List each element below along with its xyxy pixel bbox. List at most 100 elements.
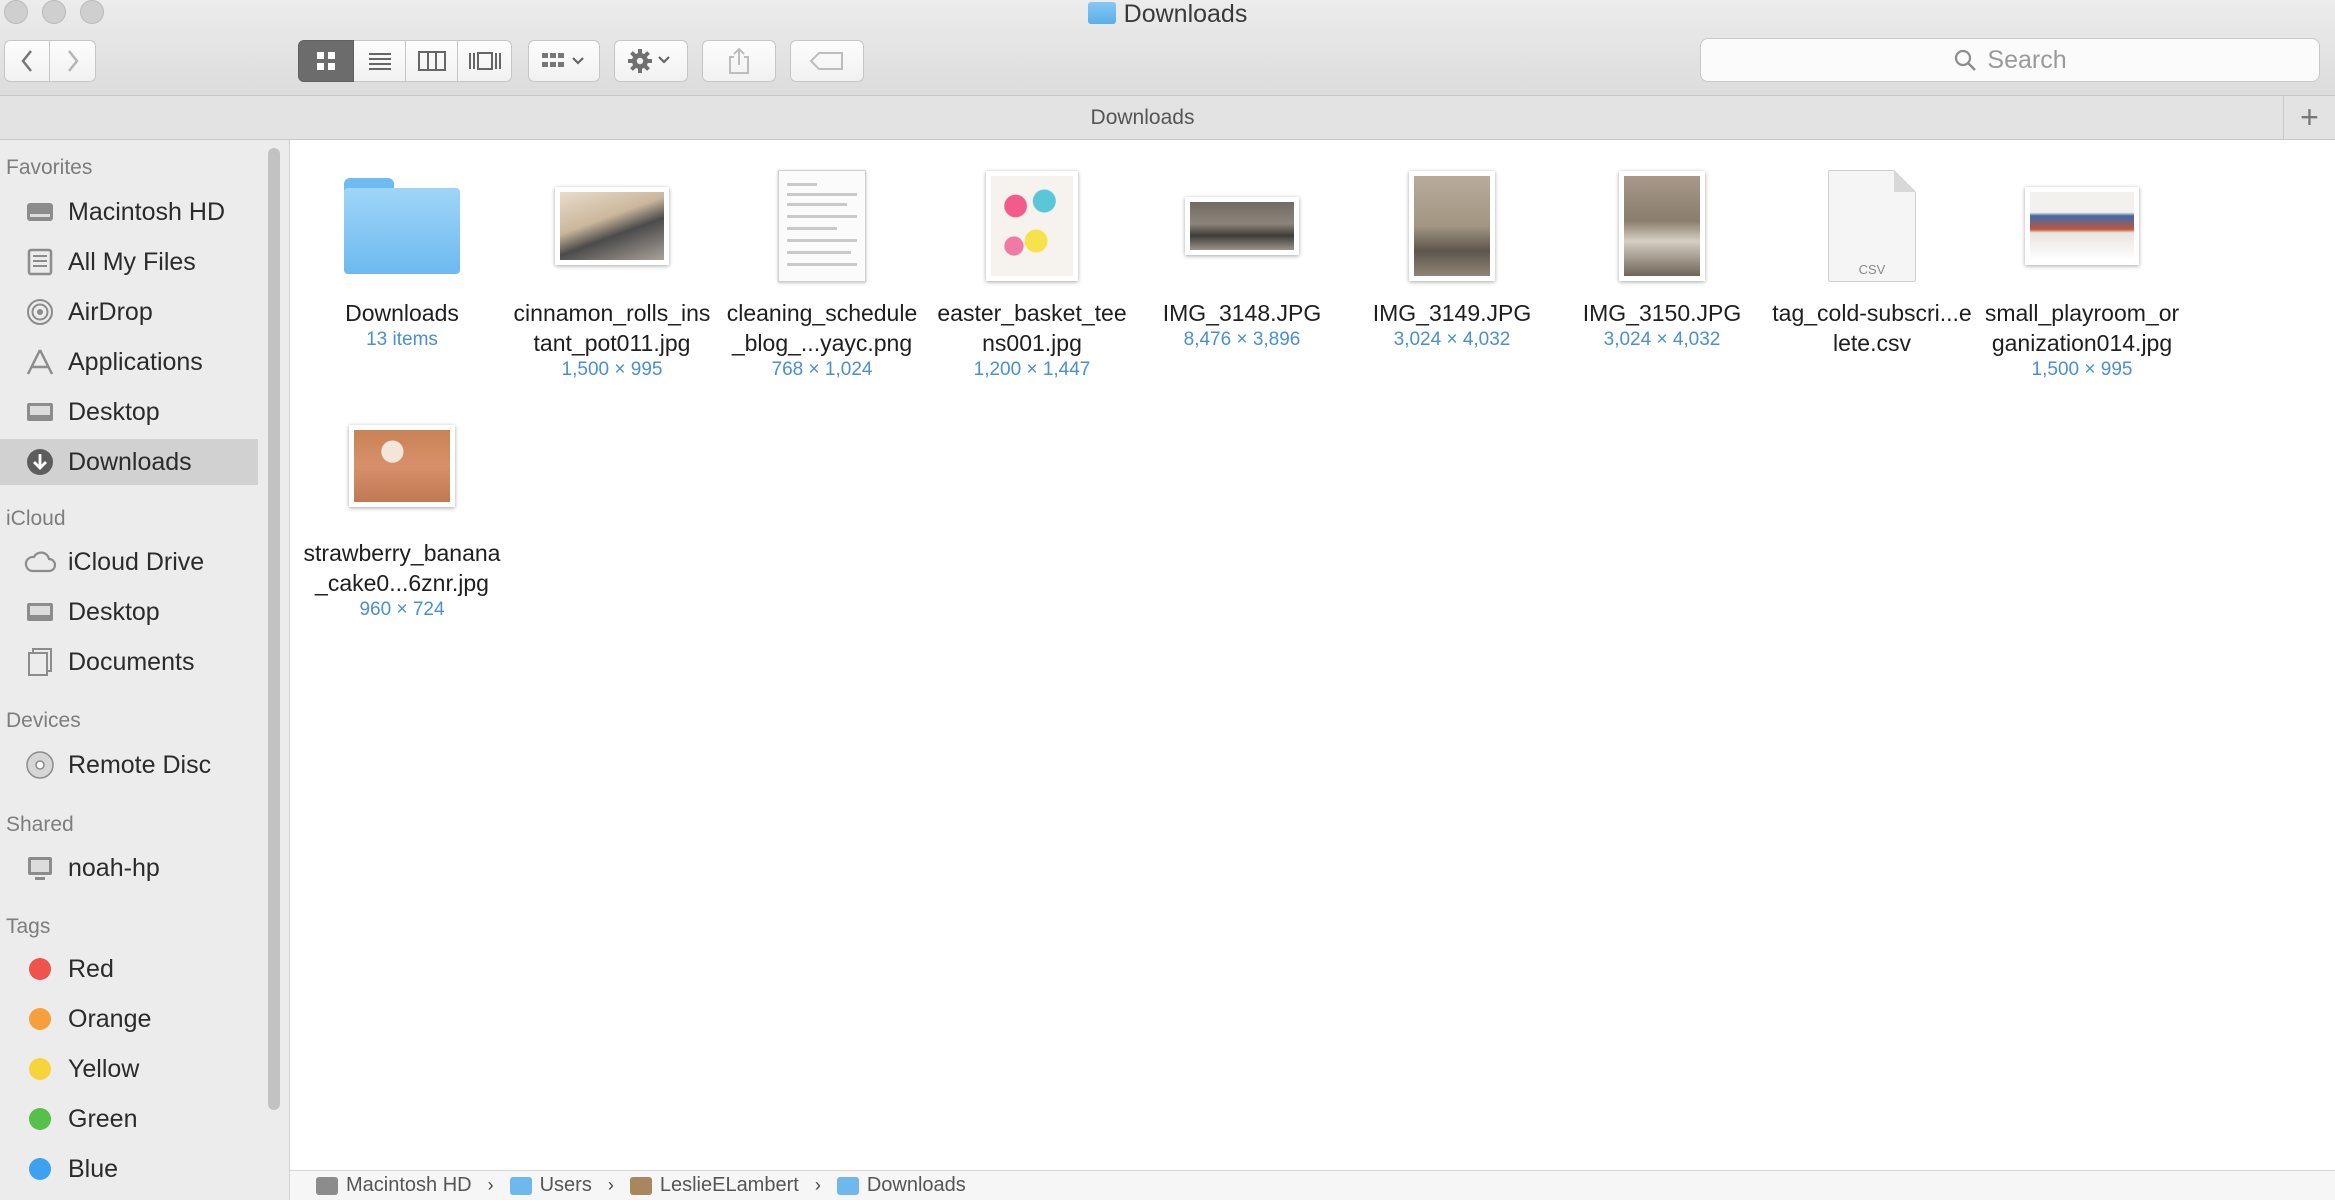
path-header: Downloads + [0,96,2335,140]
arrange-button[interactable] [528,40,600,82]
green-tag-dot-icon [29,1108,51,1130]
file-item-image[interactable]: small_playroom_organization014.jpg 1,500… [1982,160,2182,382]
sidebar-item-documents[interactable]: Documents [0,639,258,685]
sidebar-item-label: Green [68,1104,138,1133]
hard-drive-icon [316,1176,338,1195]
all-files-icon [24,246,56,278]
crumb-separator: › [814,1175,821,1195]
file-item-image[interactable]: cinnamon_rolls_instant_pot011.jpg 1,500 … [512,160,712,382]
path-crumb-downloads[interactable]: Downloads [836,1174,966,1197]
share-button[interactable] [702,40,776,82]
file-item-image[interactable]: IMG_3149.JPG 3,024 × 4,032 [1352,160,1552,352]
file-meta: 1,500 × 995 [2031,359,2133,380]
file-meta: 8,476 × 3,896 [1183,329,1301,350]
image-thumbnail [1409,171,1495,281]
file-item-folder[interactable]: Downloads 13 items [302,160,502,352]
cover-flow-button[interactable] [458,40,512,82]
nav-buttons [4,40,96,82]
crumb-label: Users [539,1174,592,1196]
shared-heading: Shared [6,813,74,836]
back-button[interactable] [4,40,50,82]
file-meta: 1,200 × 1,447 [973,359,1091,380]
path-bar: Macintosh HD › Users › LeslieELambert › … [290,1170,2335,1200]
file-name: cinnamon_rolls_instant_pot011.jpg [513,300,711,356]
sidebar-tag-red[interactable]: Red [0,946,258,992]
file-name: small_playroom_organization014.jpg [1984,300,2180,356]
search-icon [1955,49,1977,71]
columns-icon [417,51,446,71]
cloud-icon [24,546,56,578]
file-item-image[interactable]: IMG_3148.JPG 8,476 × 3,896 [1142,160,1342,352]
icon-view-button[interactable] [298,40,354,82]
file-item-csv[interactable]: CSV tag_cold-subscri...elete.csv [1772,160,1972,358]
column-view-button[interactable] [406,40,458,82]
crumb-label: Downloads [866,1174,966,1196]
path-crumb-macintosh-hd[interactable]: Macintosh HD [316,1174,472,1197]
file-item-image[interactable]: easter_basket_teens001.jpg 1,200 × 1,447 [932,160,1132,382]
sidebar-item-icloud-drive[interactable]: iCloud Drive [0,539,258,585]
sidebar-item-label: Red [68,954,114,983]
arrange-grid-icon [542,53,584,67]
file-meta: 768 × 1,024 [771,359,873,380]
crumb-separator: › [487,1175,494,1195]
forward-button[interactable] [50,40,96,82]
crumb-label: Macintosh HD [346,1174,472,1196]
csv-badge: CSV [1858,262,1886,277]
tags-button[interactable] [790,40,864,82]
disc-icon [24,749,56,781]
sidebar-tag-blue[interactable]: Blue [0,1146,258,1192]
sidebar-item-label: iCloud Drive [68,547,205,576]
image-thumbnail [1185,197,1299,255]
path-crumb-users[interactable]: Users [509,1174,592,1197]
sidebar-item-label: Desktop [68,397,160,426]
sidebar-item-label: All My Files [68,247,196,276]
search-field[interactable]: Search [1700,38,2320,82]
new-tab-button[interactable]: + [2283,96,2335,140]
file-item-image[interactable]: strawberry_banana_cake0...6znr.jpg 960 ×… [302,400,502,622]
sidebar-tag-orange[interactable]: Orange [0,996,258,1042]
image-thumbnail [1619,171,1705,281]
file-name: strawberry_banana_cake0...6znr.jpg [303,540,501,596]
view-mode-control [298,40,512,82]
sidebar-item-all-my-files[interactable]: All My Files [0,239,258,285]
file-meta: 3,024 × 4,032 [1603,329,1721,350]
desktop-icon [24,396,56,428]
red-tag-dot-icon [29,958,51,980]
sidebar-item-applications[interactable]: Applications [0,339,258,385]
file-item-image[interactable]: IMG_3150.JPG 3,024 × 4,032 [1562,160,1762,352]
sidebar-item-noah-hp[interactable]: noah-hp [0,845,258,891]
sidebar-item-label: Applications [68,347,203,376]
window-title-text: Downloads [1123,0,1248,28]
sidebar-tag-yellow[interactable]: Yellow [0,1046,258,1092]
grid-icon [317,52,335,70]
action-menu-button[interactable] [614,40,688,82]
sidebar-item-label: Documents [68,647,195,676]
file-name: IMG_3149.JPG [1372,300,1532,326]
sidebar-item-airdrop[interactable]: AirDrop [0,289,258,335]
desktop-icon [24,596,56,628]
list-view-button[interactable] [354,40,406,82]
sidebar-item-macintosh-hd[interactable]: Macintosh HD [0,189,258,235]
file-item-document[interactable]: cleaning_schedule_blog_...yayc.png 768 ×… [722,160,922,382]
csv-file-icon: CSV [1828,170,1916,282]
file-name: IMG_3150.JPG [1582,300,1742,326]
sidebar-item-downloads[interactable]: Downloads [0,439,258,485]
sidebar-item-desktop[interactable]: Desktop [0,389,258,435]
list-icon [368,53,391,70]
path-crumb-user-home[interactable]: LeslieELambert [629,1174,799,1197]
tag-icon [809,52,843,70]
documents-icon [24,646,56,678]
cover-flow-icon [468,52,501,70]
image-thumbnail [986,171,1078,281]
sidebar-scrollbar[interactable] [268,148,280,1110]
crumb-separator: › [607,1175,614,1195]
sidebar-tag-green[interactable]: Green [0,1096,258,1142]
share-icon [729,47,749,74]
file-name: Downloads [345,300,459,326]
yellow-tag-dot-icon [29,1058,51,1080]
file-browser: Downloads 13 items cinnamon_rolls_instan… [290,140,2335,1170]
file-meta: 960 × 724 [359,599,445,620]
sidebar-item-icloud-desktop[interactable]: Desktop [0,589,258,635]
folder-icon [836,1176,859,1195]
sidebar-item-remote-disc[interactable]: Remote Disc [0,742,258,788]
